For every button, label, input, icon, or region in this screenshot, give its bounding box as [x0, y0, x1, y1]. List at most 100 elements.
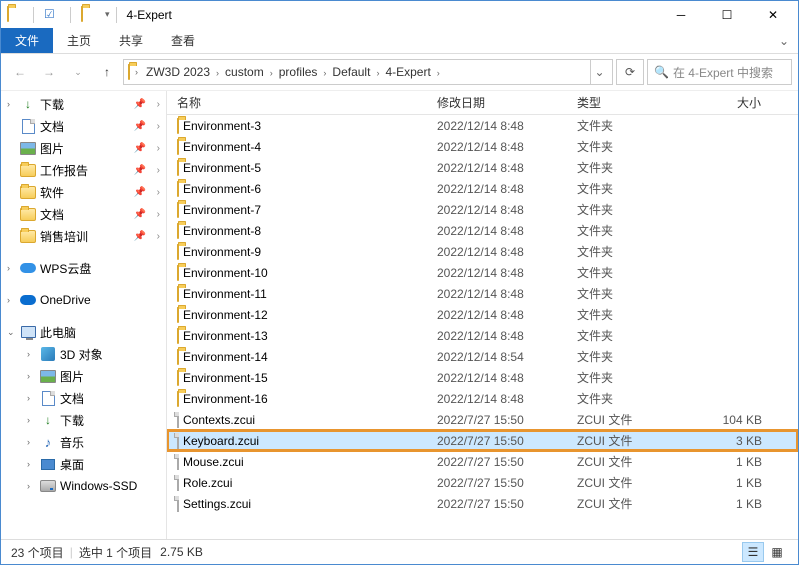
- column-name[interactable]: 名称: [167, 91, 427, 114]
- folder-icon: [19, 184, 37, 200]
- sidebar-item[interactable]: 文档📌›: [1, 115, 166, 137]
- sidebar-item[interactable]: ›OneDrive: [1, 289, 166, 311]
- address-bar[interactable]: › ZW3D 2023›custom›profiles›Default›4-Ex…: [123, 59, 613, 85]
- file-row[interactable]: Environment-32022/12/14 8:48文件夹: [167, 115, 798, 136]
- breadcrumb-item[interactable]: Default: [329, 65, 373, 79]
- file-row[interactable]: Environment-82022/12/14 8:48文件夹: [167, 220, 798, 241]
- file-row[interactable]: Environment-42022/12/14 8:48文件夹: [167, 136, 798, 157]
- file-row[interactable]: Environment-72022/12/14 8:48文件夹: [167, 199, 798, 220]
- file-row[interactable]: Environment-162022/12/14 8:48文件夹: [167, 388, 798, 409]
- file-row[interactable]: Environment-122022/12/14 8:48文件夹: [167, 304, 798, 325]
- chevron-right-icon: ›: [157, 121, 160, 132]
- file-row[interactable]: Environment-92022/12/14 8:48文件夹: [167, 241, 798, 262]
- view-details-button[interactable]: ☰: [742, 542, 764, 562]
- qat-properties-icon[interactable]: ☑: [44, 7, 60, 23]
- sidebar-item[interactable]: ›↓下载📌›: [1, 93, 166, 115]
- sidebar-item[interactable]: 工作报告📌›: [1, 159, 166, 181]
- folder-icon: [177, 245, 179, 259]
- expand-icon[interactable]: ›: [27, 349, 39, 359]
- expand-icon[interactable]: ›: [7, 263, 19, 273]
- file-type: ZCUI 文件: [567, 474, 679, 491]
- sidebar-item[interactable]: 文档📌›: [1, 203, 166, 225]
- breadcrumb-item[interactable]: custom: [222, 65, 267, 79]
- file-row[interactable]: Environment-62022/12/14 8:48文件夹: [167, 178, 798, 199]
- sidebar-item[interactable]: 软件📌›: [1, 181, 166, 203]
- sidebar-item[interactable]: 销售培训📌›: [1, 225, 166, 247]
- sidebar-item[interactable]: ⌄此电脑: [1, 321, 166, 343]
- file-row[interactable]: Environment-102022/12/14 8:48文件夹: [167, 262, 798, 283]
- file-date: 2022/7/27 15:50: [427, 455, 567, 469]
- folder-icon: [19, 162, 37, 178]
- file-icon: [177, 476, 179, 490]
- file-name: Contexts.zcui: [183, 413, 255, 427]
- file-row[interactable]: Role.zcui2022/7/27 15:50ZCUI 文件1 KB: [167, 472, 798, 493]
- file-row[interactable]: Environment-152022/12/14 8:48文件夹: [167, 367, 798, 388]
- dl-icon: ↓: [39, 412, 57, 428]
- file-row[interactable]: Contexts.zcui2022/7/27 15:50ZCUI 文件104 K…: [167, 409, 798, 430]
- menu-file[interactable]: 文件: [1, 28, 53, 53]
- sidebar-item[interactable]: 图片📌›: [1, 137, 166, 159]
- nav-up-button[interactable]: ↑: [94, 59, 120, 85]
- ribbon-expand-icon[interactable]: ⌄: [770, 28, 798, 53]
- expand-icon[interactable]: ›: [27, 393, 39, 403]
- sidebar-item[interactable]: ›♪音乐: [1, 431, 166, 453]
- chevron-right-icon[interactable]: ›: [267, 68, 276, 78]
- navigation-pane[interactable]: ›↓下载📌›文档📌›图片📌›工作报告📌›软件📌›文档📌›销售培训📌››WPS云盘…: [1, 91, 167, 539]
- close-button[interactable]: ✕: [750, 1, 796, 28]
- expand-icon[interactable]: ›: [7, 295, 19, 305]
- file-row[interactable]: Environment-52022/12/14 8:48文件夹: [167, 157, 798, 178]
- sidebar-item[interactable]: ›↓下载: [1, 409, 166, 431]
- sidebar-item[interactable]: ›WPS云盘: [1, 257, 166, 279]
- expand-icon[interactable]: ⌄: [7, 327, 19, 338]
- breadcrumb-item[interactable]: ZW3D 2023: [143, 65, 213, 79]
- file-name: Environment-12: [183, 308, 268, 322]
- breadcrumb-item[interactable]: profiles: [276, 65, 321, 79]
- file-row[interactable]: Environment-112022/12/14 8:48文件夹: [167, 283, 798, 304]
- search-box[interactable]: 🔍 在 4-Expert 中搜索: [647, 59, 792, 85]
- address-root-icon[interactable]: [128, 65, 130, 79]
- chevron-right-icon[interactable]: ›: [132, 67, 141, 77]
- column-size[interactable]: 大小: [679, 91, 776, 114]
- file-size: 104 KB: [679, 413, 776, 427]
- expand-icon[interactable]: ›: [27, 415, 39, 425]
- file-type: 文件夹: [567, 138, 679, 155]
- column-type[interactable]: 类型: [567, 91, 679, 114]
- file-type: 文件夹: [567, 285, 679, 302]
- chevron-right-icon[interactable]: ›: [434, 68, 443, 78]
- expand-icon[interactable]: ›: [27, 459, 39, 469]
- sidebar-item[interactable]: ›图片: [1, 365, 166, 387]
- file-row[interactable]: Environment-142022/12/14 8:54文件夹: [167, 346, 798, 367]
- expand-icon[interactable]: ›: [27, 481, 39, 491]
- sidebar-item[interactable]: ›文档: [1, 387, 166, 409]
- sidebar-item[interactable]: ›桌面: [1, 453, 166, 475]
- view-thumbnails-button[interactable]: ▦: [766, 542, 788, 562]
- breadcrumb-item[interactable]: 4-Expert: [382, 65, 433, 79]
- menu-share[interactable]: 共享: [105, 28, 157, 53]
- column-modified[interactable]: 修改日期: [427, 91, 567, 114]
- file-row[interactable]: Settings.zcui2022/7/27 15:50ZCUI 文件1 KB: [167, 493, 798, 514]
- address-dropdown-icon[interactable]: ⌄: [590, 60, 608, 84]
- expand-icon[interactable]: ›: [7, 99, 19, 109]
- menu-view[interactable]: 查看: [157, 28, 209, 53]
- file-list-body[interactable]: Environment-32022/12/14 8:48文件夹Environme…: [167, 115, 798, 539]
- expand-icon[interactable]: ›: [27, 371, 39, 381]
- refresh-button[interactable]: ⟳: [616, 59, 644, 85]
- sidebar-item[interactable]: ›Windows-SSD: [1, 475, 166, 497]
- nav-forward-button[interactable]: →: [36, 59, 62, 85]
- sidebar-item[interactable]: ›3D 对象: [1, 343, 166, 365]
- file-row[interactable]: Environment-132022/12/14 8:48文件夹: [167, 325, 798, 346]
- pin-icon: 📌: [134, 231, 146, 242]
- chevron-right-icon: ›: [157, 209, 160, 220]
- nav-back-button[interactable]: ←: [7, 59, 33, 85]
- menu-home[interactable]: 主页: [53, 28, 105, 53]
- file-row[interactable]: Keyboard.zcui2022/7/27 15:50ZCUI 文件3 KB: [167, 430, 798, 451]
- file-row[interactable]: Mouse.zcui2022/7/27 15:50ZCUI 文件1 KB: [167, 451, 798, 472]
- sidebar-item-label: 文档: [40, 118, 64, 135]
- nav-recent-dropdown[interactable]: ⌄: [65, 59, 91, 85]
- folder-icon[interactable]: [81, 7, 97, 23]
- minimize-button[interactable]: ─: [658, 1, 704, 28]
- qat-dropdown-icon[interactable]: ▾: [105, 9, 110, 20]
- expand-icon[interactable]: ›: [27, 437, 39, 447]
- maximize-button[interactable]: ☐: [704, 1, 750, 28]
- chevron-right-icon[interactable]: ›: [213, 68, 222, 78]
